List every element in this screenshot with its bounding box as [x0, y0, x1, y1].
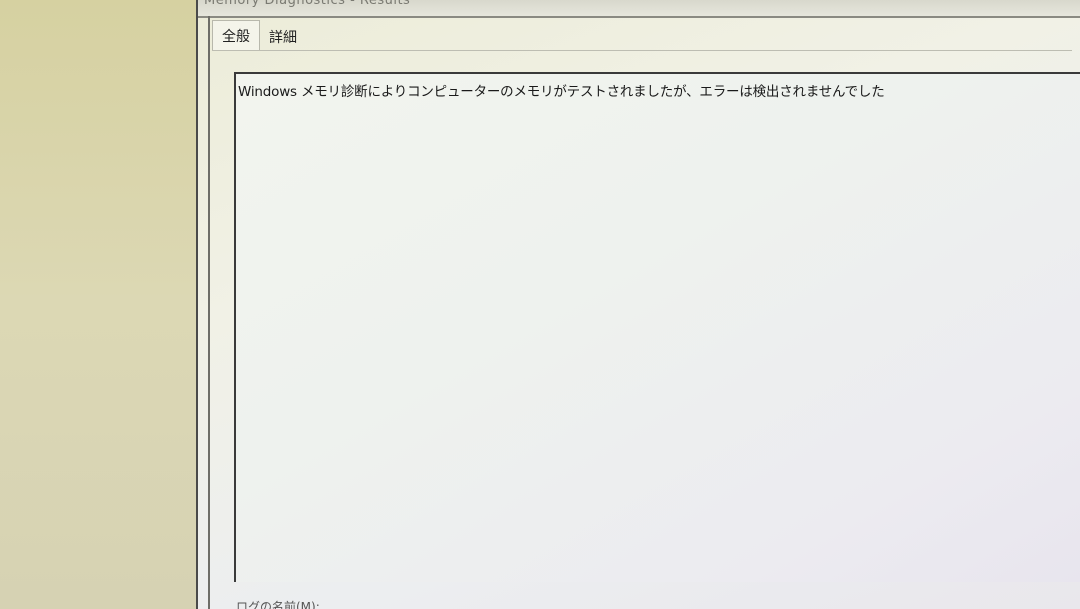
general-description-box[interactable]: Windows メモリ診断によりコンピューターのメモリがテストされましたが、エラ…: [234, 72, 1080, 582]
tab-bar: 全般 詳細: [212, 20, 306, 50]
log-name-label: ログの名前(M):: [236, 600, 320, 609]
tab-general[interactable]: 全般: [212, 20, 260, 50]
window-title: Memory Diagnostics - Results: [204, 0, 411, 8]
tab-divider: [212, 50, 1072, 51]
tab-details[interactable]: 詳細: [260, 24, 306, 50]
diagnostic-message: Windows メモリ診断によりコンピューターのメモリがテストされましたが、エラ…: [238, 84, 885, 100]
background-surround: [0, 0, 200, 609]
event-properties-window: Memory Diagnostics - Results 全般 詳細 Windo…: [196, 0, 1080, 609]
